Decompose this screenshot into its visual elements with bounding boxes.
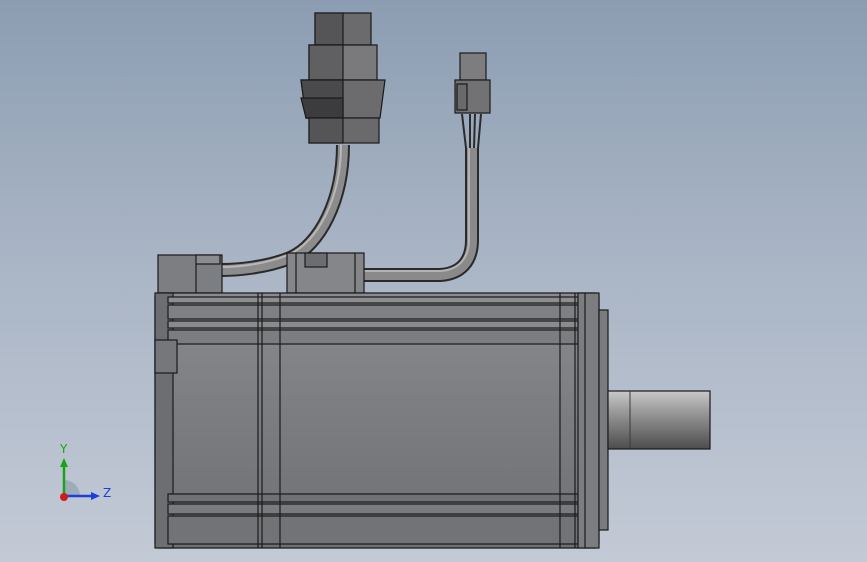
motor-housing bbox=[154, 292, 600, 549]
encoder-cable bbox=[362, 148, 479, 282]
encoder-connector bbox=[454, 52, 491, 114]
encoder-wires bbox=[461, 113, 482, 149]
servo-motor-model[interactable] bbox=[0, 0, 867, 562]
power-cable bbox=[221, 144, 350, 277]
front-pilot bbox=[598, 309, 609, 531]
power-connector bbox=[300, 12, 386, 144]
x-axis-dot bbox=[60, 493, 68, 501]
output-shaft bbox=[607, 390, 711, 450]
z-axis-label: Z bbox=[103, 486, 112, 500]
y-axis-label: Y bbox=[60, 442, 68, 456]
cad-viewport[interactable]: Y Z bbox=[0, 0, 867, 562]
